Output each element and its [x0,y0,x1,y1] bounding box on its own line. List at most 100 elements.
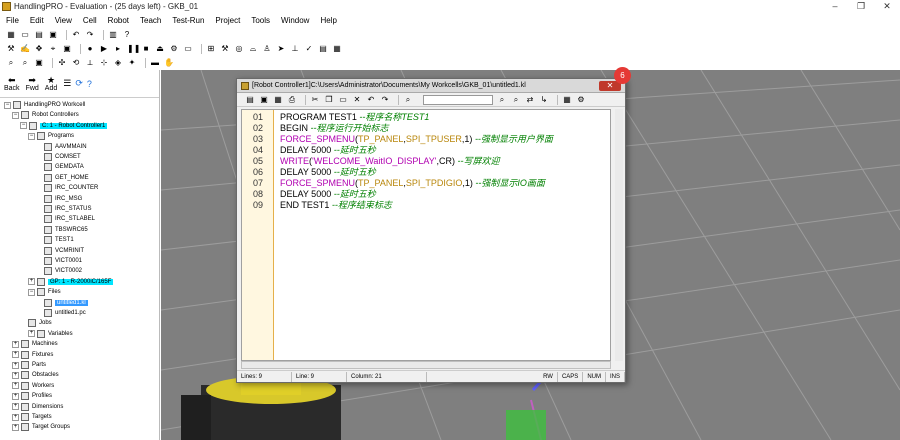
tree-file-item[interactable]: untitled1.pc [44,308,86,318]
expand-toggle-icon[interactable]: + [12,351,19,359]
rotate-icon[interactable]: ⟲ [71,58,81,68]
menu-cell[interactable]: Cell [83,16,97,25]
redo-icon[interactable]: ↷ [85,30,95,40]
menu-teach[interactable]: Teach [140,16,161,25]
tree-program-item[interactable]: TBSWRC65 [44,225,88,235]
tree-program-item[interactable]: IRC_STATUS [44,204,91,214]
step-icon[interactable]: ▸ [113,44,123,54]
tree-jobs[interactable]: Jobs [28,318,52,328]
find-dropdown[interactable] [423,94,493,105]
view-icon[interactable]: ◈ [113,58,123,68]
tree-program-item[interactable]: IRC_MSG [44,194,82,204]
options-icon[interactable]: ⚙ [576,95,586,104]
code-area[interactable]: 01 02 03 04 05 06 07 08 09 PROGRAM TEST1 --程序名称T… [241,109,611,361]
code-line[interactable]: DELAY 5000 --延时五秒 [280,145,376,156]
menu-window[interactable]: Window [281,16,309,25]
tree-group[interactable]: + GP: 1 - R-2000iC/165F [28,277,114,287]
new-icon[interactable]: ▭ [20,30,30,40]
layout-icon[interactable]: ▥ [108,30,118,40]
code-line[interactable]: FORCE_SPMENU(TP_PANEL,SPI_TPDIGIO,1) --强… [280,178,545,189]
editor-vertical-scrollbar[interactable] [615,109,623,361]
expand-toggle-icon[interactable]: + [12,423,19,431]
undo-edit-icon[interactable]: ↶ [366,95,376,104]
help-circle-icon[interactable]: ? [87,79,92,89]
maximize-button[interactable]: ❐ [848,0,874,12]
tree-workers[interactable]: + Workers [12,381,54,391]
undo-icon[interactable]: ↶ [71,30,81,40]
tree-program-item[interactable]: GET_HOME [44,173,89,183]
expand-toggle-icon[interactable]: + [12,403,19,411]
back-button[interactable]: ⬅ Back [4,75,20,92]
menu-project[interactable]: Project [215,16,240,25]
code-line[interactable]: DELAY 5000 --延时五秒 [280,167,376,178]
display-icon[interactable]: ▭ [183,44,193,54]
record-icon[interactable]: ● [85,44,95,54]
open-file-icon[interactable]: ▤ [245,95,255,104]
find-next-icon[interactable]: ⌕ [497,95,507,105]
eject-icon[interactable]: ⏏ [155,44,165,54]
forward-button[interactable]: ➡ Fwd [26,75,39,92]
settings-icon[interactable]: ⚙ [169,44,179,54]
tree-program-item[interactable]: VCMRINIT [44,246,84,256]
code-line[interactable]: BEGIN --程序运行开始标志 [280,123,389,134]
save-all-icon[interactable]: ▦ [273,95,283,104]
close-button[interactable]: ✕ [874,0,900,12]
help-icon[interactable]: ? [122,30,132,40]
minimize-button[interactable]: – [822,0,848,12]
ok-icon[interactable]: ✓ [304,44,314,54]
robot-icon[interactable]: ⚒ [6,44,16,54]
stop-icon[interactable]: ■ [141,44,151,54]
tree-program-item[interactable]: IRC_COUNTER [44,183,98,193]
tree-files[interactable]: − Files [28,287,61,297]
expand-toggle-icon[interactable]: − [4,101,11,109]
tree-targets[interactable]: + Targets [12,412,52,422]
cut-icon[interactable]: ✂ [310,95,320,104]
expand-toggle-icon[interactable]: − [20,122,27,130]
find-prev-icon[interactable]: ⌕ [511,95,521,105]
tree-parts[interactable]: + Parts [12,360,46,370]
redo-edit-icon[interactable]: ↷ [380,95,390,104]
code-line[interactable]: PROGRAM TEST1 --程序名称TEST1 [280,112,429,123]
fixture-icon[interactable]: ▣ [62,44,72,54]
zoom-fit-icon[interactable]: ⌕ [20,58,30,68]
tree-variables[interactable]: + Variables [28,329,73,339]
properties-icon[interactable]: ☰ [63,78,71,89]
tree-program-item[interactable]: VICT0002 [44,266,82,276]
frame-icon[interactable]: ⌖ [48,44,58,54]
tree-program-item[interactable]: COMSET [44,152,81,162]
measure-icon[interactable]: ⟂ [85,58,95,68]
expand-toggle-icon[interactable]: + [12,361,19,369]
snap-icon[interactable]: ⊹ [99,58,109,68]
menu-tools[interactable]: Tools [251,16,270,25]
worker-icon[interactable]: ♙ [262,44,272,54]
menu-test-run[interactable]: Test-Run [172,16,204,25]
expand-toggle-icon[interactable]: + [12,340,19,348]
menu-view[interactable]: View [55,16,72,25]
save-icon[interactable]: ▣ [48,30,58,40]
open-icon[interactable]: ▤ [34,30,44,40]
barcode-icon[interactable]: ▤ [318,44,328,54]
add-button[interactable]: ★ Add [45,75,57,92]
target-icon[interactable]: ◎ [234,44,244,54]
expand-toggle-icon[interactable]: − [28,132,35,140]
tree-workcell[interactable]: − HandlingPRO Workcell [4,100,85,110]
zoom-icon[interactable]: ⌕ [6,58,16,68]
print-icon[interactable]: ⎙ [287,95,297,105]
cell-icon[interactable]: ⊞ [206,44,216,54]
expand-toggle-icon[interactable]: + [28,330,35,338]
delete-icon[interactable]: ✕ [352,95,362,104]
tree-program-item[interactable]: GEMDATA [44,162,84,172]
code-line[interactable]: DELAY 5000 --延时五秒 [280,189,376,200]
compile-icon[interactable]: ▦ [562,95,572,104]
path-icon[interactable]: ⌓ [248,44,258,54]
mark-icon[interactable]: ⊥ [290,44,300,54]
tool-icon[interactable]: ⚒ [220,44,230,54]
zoom-window-icon[interactable]: ▣ [34,58,44,68]
teach-icon[interactable]: ✍ [20,44,30,54]
pan-icon[interactable]: ✣ [57,58,67,68]
code-line[interactable]: FORCE_SPMENU(TP_PANEL,SPI_TPUSER,1) --强制… [280,134,553,145]
tree-controller[interactable]: − C: 1 - Robot Controller1 [20,121,108,131]
tree-profiles[interactable]: + Profiles [12,391,52,401]
jog-icon[interactable]: ✥ [34,44,44,54]
tree-program-item[interactable]: VICT0001 [44,256,82,266]
